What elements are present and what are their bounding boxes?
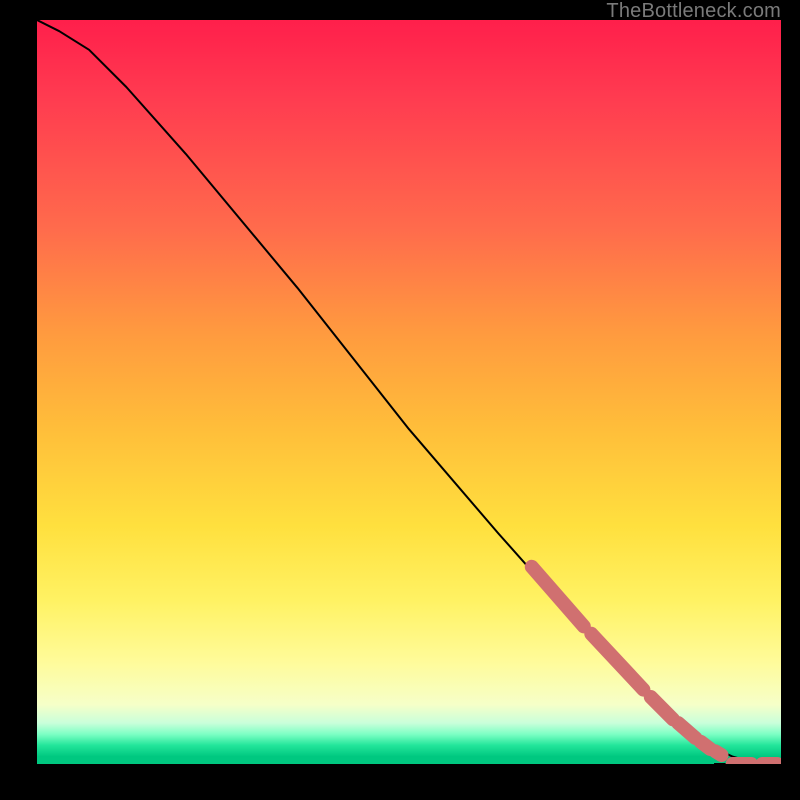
plot-area xyxy=(37,20,781,764)
marker-segment xyxy=(651,697,673,719)
marker-segment xyxy=(678,723,695,738)
marker-segment xyxy=(701,742,711,749)
curve-line xyxy=(37,20,781,764)
marker-segment xyxy=(591,634,643,690)
chart-svg xyxy=(37,20,781,764)
chart-frame: TheBottleneck.com xyxy=(0,0,800,800)
marker-segment xyxy=(532,567,584,627)
marker-segment xyxy=(716,751,722,755)
highlighted-markers xyxy=(532,567,778,764)
